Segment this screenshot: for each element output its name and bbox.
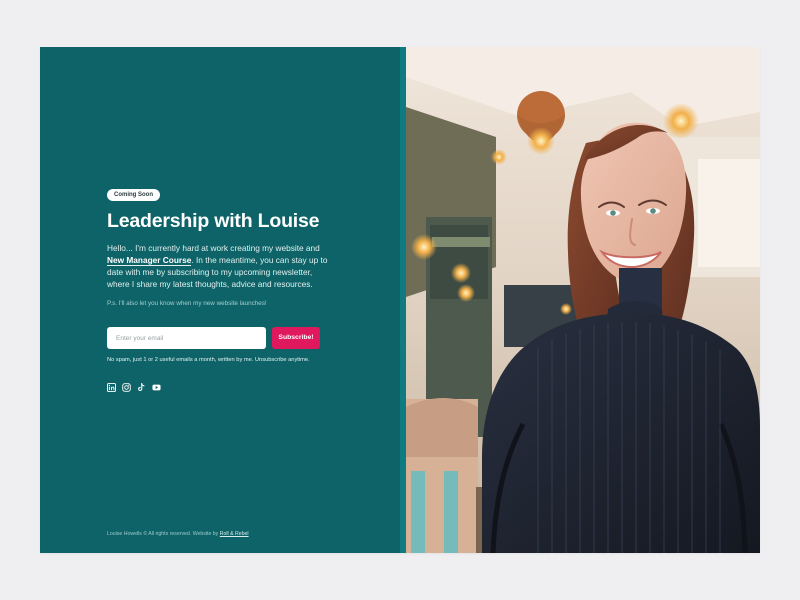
intro-text-before: Hello... I'm currently hard at work crea… xyxy=(107,243,320,253)
footer: Louise Howells © All rights reserved. We… xyxy=(107,531,249,538)
new-manager-course-link[interactable]: New Manager Course xyxy=(107,255,192,266)
tiktok-link[interactable] xyxy=(137,383,146,392)
email-field[interactable] xyxy=(107,327,266,349)
tiktok-icon xyxy=(138,383,145,392)
landing-page-frame: Coming Soon Leadership with Louise Hello… xyxy=(40,47,760,553)
social-links xyxy=(107,383,161,392)
portrait-photo-panel xyxy=(406,47,760,553)
instagram-icon xyxy=(122,383,131,392)
intro-copy: Hello... I'm currently hard at work crea… xyxy=(107,242,332,290)
portrait-photo xyxy=(406,47,760,553)
coming-soon-badge: Coming Soon xyxy=(107,189,160,201)
youtube-link[interactable] xyxy=(152,383,161,392)
page-title: Leadership with Louise xyxy=(107,210,320,232)
subscribe-button[interactable]: Subscribe! xyxy=(272,327,320,349)
instagram-link[interactable] xyxy=(122,383,131,392)
signup-panel: Coming Soon Leadership with Louise Hello… xyxy=(40,47,400,553)
ps-note: P.s. I'll also let you know when my new … xyxy=(107,300,267,307)
linkedin-icon xyxy=(107,383,116,392)
roll-and-rebel-link[interactable]: Roll & Rebel xyxy=(220,531,249,537)
footer-copyright: Louise Howells © All rights reserved. We… xyxy=(107,531,219,537)
linkedin-link[interactable] xyxy=(107,383,116,392)
youtube-icon xyxy=(152,384,161,391)
form-disclaimer: No spam, just 1 or 2 useful emails a mon… xyxy=(107,357,310,363)
